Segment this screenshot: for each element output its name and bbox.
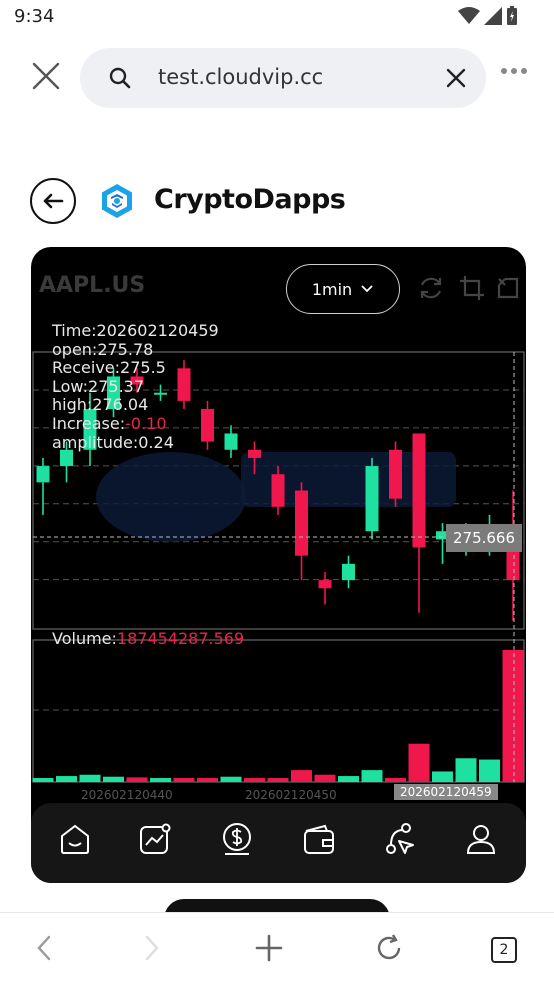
time-label: 202602120450 <box>245 788 337 802</box>
volume-bar <box>150 778 171 782</box>
current-price-tag: 275.666 <box>446 524 522 552</box>
new-tab-icon[interactable] <box>254 933 284 963</box>
ohlc-info: Time:202602120459 open:275.78 Receive:27… <box>52 321 219 452</box>
info-high: high:276.04 <box>52 395 149 415</box>
volume-bar <box>32 778 54 782</box>
more-options-icon[interactable] <box>500 66 528 76</box>
volume-bar <box>220 776 242 782</box>
volume-label: Volume: <box>52 629 117 648</box>
candle-body <box>224 433 238 450</box>
candle-body <box>342 563 355 581</box>
volume-bar <box>126 777 148 782</box>
volume-bar <box>338 776 359 782</box>
info-amplitude: amplitude:0.24 <box>52 432 174 452</box>
battery-icon <box>507 6 517 25</box>
watermark-logo <box>96 452 246 542</box>
home-icon[interactable] <box>57 821 93 857</box>
search-icon <box>109 67 131 89</box>
time-label-current: 202602120459 <box>394 784 498 800</box>
info-open: open:275.78 <box>52 339 154 359</box>
tab-switcher-button[interactable]: 2 <box>491 937 517 963</box>
chart-card: AAPL.US 1min Time:202602120459 open:275.… <box>31 247 526 883</box>
candle-body <box>365 466 379 532</box>
volume-bar <box>197 778 218 782</box>
info-receive: Receive:275.5 <box>52 358 166 378</box>
browser-toolbar: 2 <box>0 912 554 986</box>
volume-bar <box>455 758 477 782</box>
cryptodapps-logo-icon <box>102 184 132 218</box>
volume-bar <box>408 743 430 782</box>
status-bar: 9:34 <box>0 0 554 34</box>
arrow-left-icon <box>43 193 64 209</box>
time-axis: 202602120440 202602120450 202602120459 <box>31 784 526 805</box>
volume-bar <box>502 650 524 782</box>
candle-body <box>412 433 426 548</box>
wallet-icon[interactable] <box>301 821 337 857</box>
app-title: CryptoDapps <box>154 184 346 215</box>
volume-bar <box>291 770 312 782</box>
info-time: Time:202602120459 <box>52 321 219 340</box>
volume-bar <box>361 770 383 782</box>
volume-bar <box>267 778 289 782</box>
volume-bar <box>173 778 195 782</box>
candle-body <box>389 449 402 499</box>
candle-body <box>248 449 261 458</box>
candle-body <box>295 490 308 556</box>
finance-icon[interactable] <box>219 821 255 857</box>
volume-bar <box>56 776 77 782</box>
signal-icon <box>484 7 502 25</box>
volume-bar <box>79 774 101 782</box>
browser-back-icon[interactable] <box>34 933 54 963</box>
candle-body <box>271 474 285 507</box>
volume-bar <box>314 774 336 782</box>
address-bar-row: test.cloudvip.cc <box>0 44 554 110</box>
bottom-nav <box>31 803 526 883</box>
candle-body <box>318 580 332 589</box>
volume-bar <box>432 771 453 782</box>
app-header: CryptoDapps <box>0 170 554 230</box>
candle-body <box>36 466 50 483</box>
candle-body <box>506 547 520 581</box>
candle-body <box>60 449 73 467</box>
clear-url-icon[interactable] <box>444 66 468 90</box>
status-time: 9:34 <box>14 6 55 27</box>
profile-icon[interactable] <box>463 821 499 857</box>
volume-info: Volume:187454287.569 <box>52 629 244 648</box>
status-icons <box>458 6 518 26</box>
explore-icon[interactable] <box>381 821 417 857</box>
volume-bar <box>385 778 406 782</box>
url-field[interactable]: test.cloudvip.cc <box>80 48 486 108</box>
browser-forward-icon[interactable] <box>142 933 162 963</box>
reload-icon[interactable] <box>374 933 404 963</box>
info-increase-value: -0.10 <box>125 413 167 433</box>
volume-bar <box>103 776 124 782</box>
volume-area-frame <box>32 639 525 783</box>
info-increase-label: Increase: <box>52 413 126 433</box>
url-text: test.cloudvip.cc <box>158 65 324 89</box>
markets-icon[interactable] <box>137 821 173 857</box>
info-increase: Increase:-0.10 <box>52 413 219 434</box>
volume-bar <box>479 759 500 782</box>
volume-value: 187454287.569 <box>116 629 245 648</box>
back-button[interactable] <box>30 178 76 224</box>
wifi-icon <box>458 7 480 24</box>
volume-bar <box>244 778 265 782</box>
time-label: 202602120440 <box>81 788 173 802</box>
info-low: Low:275.37 <box>52 376 145 396</box>
close-icon[interactable] <box>28 58 64 94</box>
